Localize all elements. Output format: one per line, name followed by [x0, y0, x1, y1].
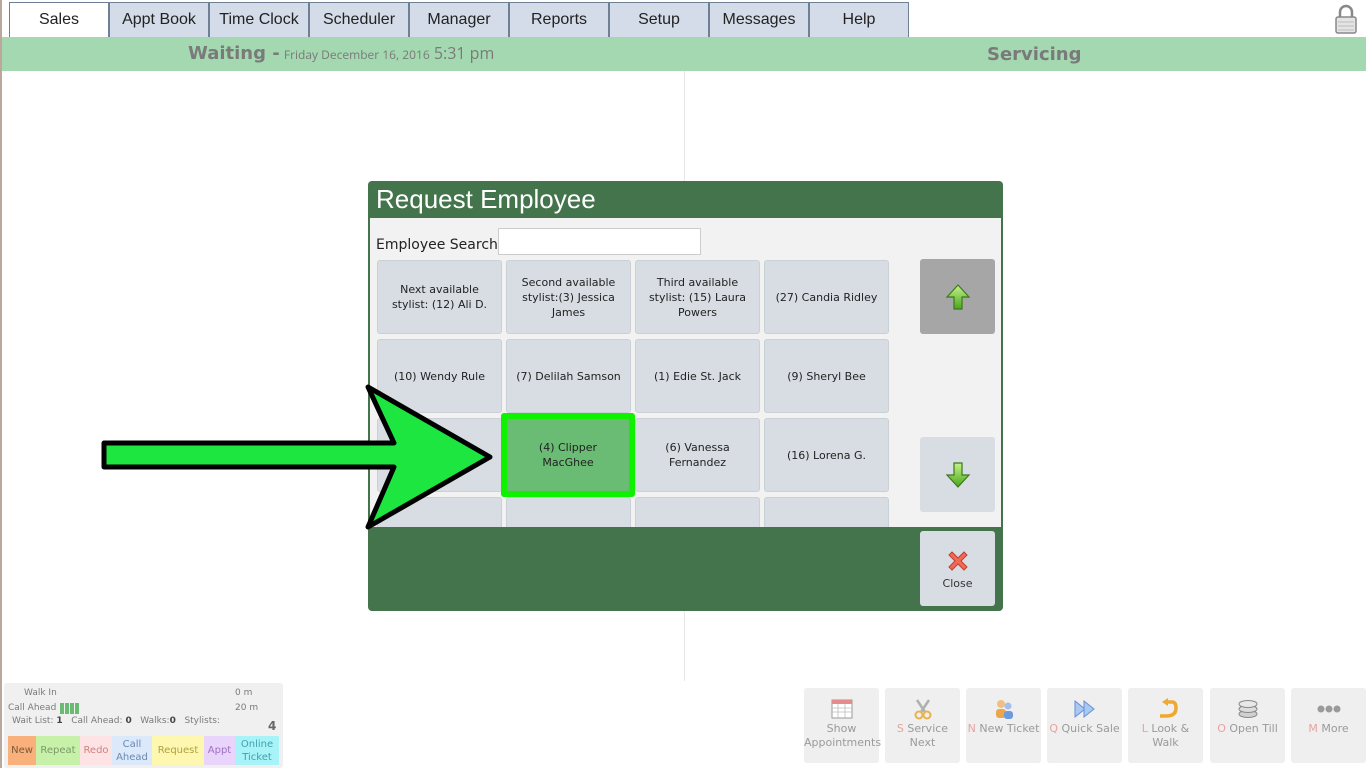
main-tab-bar: Sales Appt Book Time Clock Scheduler Man… [0, 0, 1366, 37]
more-label: More [1321, 722, 1349, 735]
show-appointments-label: Show Appointments [804, 722, 882, 749]
tab-manager[interactable]: Manager [409, 2, 509, 37]
green-pointer-arrow [101, 384, 493, 530]
current-date: Friday December 16, 2016 [283, 46, 430, 63]
tab-appt-book[interactable]: Appt Book [109, 2, 209, 37]
category-redo[interactable]: Redo [80, 736, 112, 765]
u-turn-arrow-icon [1159, 698, 1178, 718]
current-time: 5:31 pm [433, 42, 495, 64]
employee-button-vanessa-fernandez[interactable]: (6) Vanessa Fernandez [635, 418, 760, 492]
dialog-title: Request Employee [376, 184, 596, 214]
look-and-walk-button[interactable]: L Look & Walk [1128, 688, 1203, 763]
open-till-button[interactable]: O Open Till [1210, 688, 1285, 763]
category-online-ticket[interactable]: Online Ticket [235, 736, 279, 765]
status-header-strip: Waiting - Friday December 16, 2016 5:31 … [2, 37, 1366, 71]
wait-list-stat: Wait List: 1 Call Ahead: 0 Walks:0 Styli… [12, 716, 220, 726]
category-new[interactable]: New [8, 736, 36, 765]
service-next-label: Service Next [907, 722, 949, 749]
scroll-down-button[interactable] [920, 437, 995, 512]
service-next-button[interactable]: S Service Next [885, 688, 960, 763]
calendar-icon [831, 699, 852, 719]
category-repeat[interactable]: Repeat [36, 736, 80, 765]
servicing-title: Servicing [987, 44, 1082, 65]
tab-sales[interactable]: Sales [9, 2, 109, 37]
tab-time-clock[interactable]: Time Clock [209, 2, 309, 37]
employee-button-row4-3[interactable] [635, 497, 760, 527]
tab-help[interactable]: Help [809, 2, 909, 37]
employee-button-second-available[interactable]: Second available stylist:(3) Jessica Jam… [506, 260, 631, 334]
service-next-key: S [896, 722, 904, 735]
fast-forward-icon [1074, 699, 1095, 719]
new-ticket-key: N [967, 722, 976, 735]
close-label: Close [942, 577, 973, 590]
green-down-arrow-icon [945, 461, 970, 488]
employee-button-row4-2[interactable] [506, 497, 631, 527]
quick-sale-button[interactable]: Q Quick Sale [1047, 688, 1122, 763]
window-left-border [0, 37, 2, 768]
look-and-walk-label: Look & Walk [1151, 722, 1190, 749]
coins-icon [1238, 700, 1257, 718]
category-request[interactable]: Request [152, 736, 204, 765]
look-and-walk-key: L [1141, 722, 1148, 735]
lock-icon[interactable] [1334, 4, 1358, 34]
employee-button-lorena-g[interactable]: (16) Lorena G. [764, 418, 889, 492]
tab-setup[interactable]: Setup [609, 2, 709, 37]
close-x-icon [947, 551, 968, 571]
waiting-header: Waiting - Friday December 16, 2016 5:31 … [188, 42, 494, 64]
employee-search-label: Employee Search: [376, 237, 503, 253]
people-icon [995, 700, 1013, 719]
more-key: M [1308, 722, 1318, 735]
waiting-title: Waiting - [188, 43, 280, 64]
show-appointments-button[interactable]: Show Appointments [804, 688, 882, 763]
more-dots-icon [1317, 705, 1340, 713]
employee-button-third-available[interactable]: Third available stylist: (15) Laura Powe… [635, 260, 760, 334]
scroll-up-button[interactable] [920, 259, 995, 334]
employee-button-sheryl-bee[interactable]: (9) Sheryl Bee [764, 339, 889, 413]
call-ahead-time: 20 m [235, 703, 259, 713]
quick-sale-key: Q [1049, 722, 1058, 735]
new-ticket-button[interactable]: N New Ticket [966, 688, 1041, 763]
more-button[interactable]: M More [1291, 688, 1366, 763]
tab-reports[interactable]: Reports [509, 2, 609, 37]
stylists-count: 4 [268, 719, 277, 733]
tab-messages[interactable]: Messages [709, 2, 809, 37]
walk-in-time: 0 m [235, 688, 253, 698]
quick-sale-label: Quick Sale [1061, 722, 1120, 735]
category-appt[interactable]: Appt [204, 736, 235, 765]
employee-button-edie-st-jack[interactable]: (1) Edie St. Jack [635, 339, 760, 413]
call-ahead-bars [60, 703, 80, 717]
new-ticket-label: New Ticket [979, 722, 1040, 735]
green-up-arrow-icon [945, 283, 970, 310]
employee-button-delilah-samson[interactable]: (7) Delilah Samson [506, 339, 631, 413]
employee-search-input[interactable] [498, 228, 701, 255]
scissors-icon [914, 699, 931, 720]
close-button[interactable]: Close [920, 531, 995, 606]
category-call-ahead[interactable]: Call Ahead [112, 736, 152, 765]
open-till-label: Open Till [1229, 722, 1278, 735]
call-ahead-label: Call Ahead [8, 703, 57, 713]
walk-in-label: Walk In [24, 688, 57, 698]
employee-button-candia-ridley[interactable]: (27) Candia Ridley [764, 260, 889, 334]
open-till-key: O [1217, 722, 1226, 735]
employee-button-row4-4[interactable] [764, 497, 889, 527]
employee-button-next-available[interactable]: Next available stylist: (12) Ali D. [377, 260, 502, 334]
employee-button-clipper-macghee[interactable]: (4) Clipper MacGhee [501, 413, 635, 497]
wait-stats-panel: Walk In 0 m Call Ahead 20 m Wait List: 1… [4, 683, 283, 768]
tab-scheduler[interactable]: Scheduler [309, 2, 409, 37]
